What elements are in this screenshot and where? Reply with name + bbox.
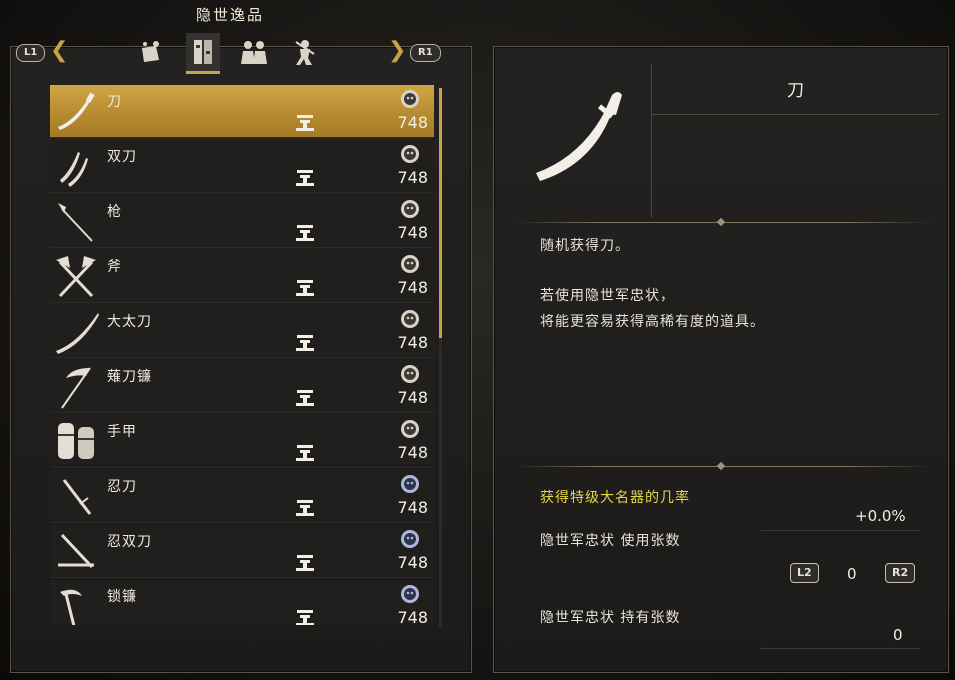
oni-mask-icon — [401, 200, 419, 218]
shrine-tier-icon — [296, 610, 314, 625]
oni-mask-icon — [401, 255, 419, 273]
item-price: 748 — [397, 113, 428, 132]
detail-description: 将能更容易获得高稀有度的道具。 — [540, 314, 765, 330]
increase-button[interactable]: R2 — [885, 563, 916, 583]
use-count-value: 0 — [847, 565, 857, 583]
shrine-tier-icon — [296, 170, 314, 186]
dual-swords-icon — [60, 152, 88, 187]
shop-title: 隐世逸品 — [195, 6, 264, 24]
item-name: 双刀 — [107, 149, 137, 165]
tab-prev-arrow-icon[interactable]: ❮ — [50, 40, 68, 62]
list-item[interactable]: 薙刀镰 748 — [50, 360, 434, 413]
item-bag-icon — [142, 41, 159, 62]
katana-icon — [536, 92, 622, 181]
odachi-icon — [56, 313, 99, 354]
characters-icon — [241, 41, 267, 64]
list-item[interactable]: 枪 748 — [50, 195, 434, 248]
katana-icon — [58, 92, 95, 130]
ninja-sword-icon — [62, 479, 92, 515]
hold-count-label: 隐世军忠状 持有张数 — [540, 610, 681, 626]
item-price: 748 — [397, 168, 428, 187]
item-price: 748 — [397, 443, 428, 462]
item-name: 薙刀镰 — [107, 369, 152, 385]
detail-description: 随机获得刀。 — [540, 238, 630, 254]
shrine-tier-icon — [296, 225, 314, 241]
kusarigama-icon — [60, 589, 82, 625]
blue-mask-icon — [401, 530, 419, 548]
fists-icon — [58, 423, 94, 459]
r1-button[interactable]: R1 — [410, 44, 441, 62]
oni-mask-icon — [401, 310, 419, 328]
item-name: 手甲 — [107, 424, 137, 440]
divider — [760, 530, 920, 531]
scrollbar[interactable] — [439, 88, 442, 628]
detail-title-area: 刀 — [652, 64, 939, 115]
item-name: 忍双刀 — [107, 534, 152, 550]
use-count-label: 隐世军忠状 使用张数 — [540, 533, 681, 549]
ninja-dual-swords-icon — [58, 533, 94, 569]
item-name: 刀 — [107, 94, 122, 110]
list-item[interactable]: 忍刀 748 — [50, 470, 434, 523]
list-item[interactable]: 斧 748 — [50, 250, 434, 303]
item-price: 748 — [397, 388, 428, 407]
item-price: 748 — [397, 553, 428, 572]
item-price: 748 — [397, 223, 428, 242]
shrine-tier-icon — [296, 390, 314, 406]
item-price: 748 — [397, 608, 428, 625]
shrine-tier-icon — [296, 445, 314, 461]
decrease-button[interactable]: L2 — [790, 563, 819, 583]
axe-icon — [56, 256, 96, 298]
list-item[interactable]: 忍双刀 748 — [50, 525, 434, 578]
item-price: 748 — [397, 278, 428, 297]
detail-item-name: 刀 — [787, 81, 804, 101]
l1-button[interactable]: L1 — [16, 44, 46, 62]
chance-label: 获得特级大名器的几率 — [540, 490, 690, 506]
chance-value: +0.0% — [855, 507, 906, 525]
blue-mask-icon — [401, 585, 419, 603]
divider — [760, 648, 920, 649]
shrine-tier-icon — [296, 335, 314, 351]
shrine-tier-icon — [296, 555, 314, 571]
spear-icon — [58, 203, 93, 242]
blue-mask-icon — [401, 475, 419, 493]
item-name: 锁镰 — [107, 589, 137, 605]
item-name: 斧 — [107, 259, 122, 275]
scroll-thumb[interactable] — [439, 88, 442, 338]
detail-description: 若使用隐世军忠状， — [540, 288, 675, 304]
item-price: 748 — [397, 333, 428, 352]
item-name: 忍刀 — [107, 479, 137, 495]
item-list: 刀 748 双刀 748 枪 748 斧 748 大太刀 748 薙刀镰 748… — [50, 85, 434, 625]
item-name: 枪 — [107, 204, 122, 220]
list-item[interactable]: 手甲 748 — [50, 415, 434, 468]
hold-count-value: 0 — [893, 626, 903, 644]
list-item[interactable]: 大太刀 748 — [50, 305, 434, 358]
item-name: 大太刀 — [107, 314, 152, 330]
list-item[interactable]: 刀 748 — [50, 85, 434, 138]
oni-mask-icon — [401, 420, 419, 438]
equipment-icon — [194, 40, 212, 64]
oni-mask-icon — [401, 90, 419, 108]
shrine-tier-icon — [296, 500, 314, 516]
oni-mask-icon — [401, 365, 419, 383]
oni-mask-icon — [401, 145, 419, 163]
tab-ninja[interactable] — [288, 33, 322, 71]
item-price: 748 — [397, 498, 428, 517]
list-item[interactable]: 双刀 748 — [50, 140, 434, 193]
switchglaive-icon — [61, 367, 91, 409]
shrine-tier-icon — [296, 280, 314, 296]
tab-items[interactable] — [133, 33, 167, 71]
tab-equipment[interactable] — [186, 33, 220, 74]
tab-next-arrow-icon[interactable]: ❯ — [388, 40, 406, 62]
list-item[interactable]: 锁镰 748 — [50, 580, 434, 625]
tab-characters[interactable] — [237, 33, 271, 71]
shrine-tier-icon — [296, 115, 314, 131]
ninja-icon — [295, 40, 315, 65]
